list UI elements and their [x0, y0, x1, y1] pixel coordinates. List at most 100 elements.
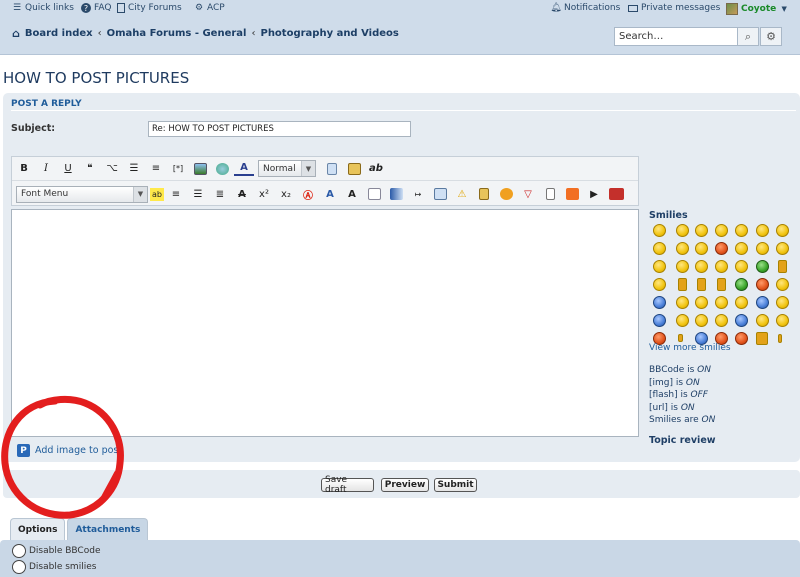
smiley-icon[interactable] — [678, 334, 683, 342]
preview-button[interactable]: Preview — [381, 478, 429, 492]
acp-link[interactable]: ⚙ ACP — [194, 3, 225, 13]
font-size-select[interactable]: Normal ▼ — [258, 160, 316, 177]
smiley-icon[interactable] — [653, 296, 666, 309]
smiley-icon[interactable] — [756, 224, 769, 237]
align-right-icon[interactable]: ≣ — [210, 185, 230, 203]
smiley-icon[interactable] — [735, 278, 748, 291]
text-glow-icon[interactable]: A — [342, 185, 362, 203]
smiley-icon[interactable] — [676, 242, 689, 255]
superscript-icon[interactable]: x² — [254, 185, 274, 203]
soundcloud-icon[interactable] — [562, 185, 582, 203]
smiley-icon[interactable] — [735, 224, 748, 237]
search-button[interactable]: ⌕ — [737, 27, 759, 46]
faq-link[interactable]: ? FAQ — [81, 3, 111, 13]
private-messages-link[interactable]: Private messages — [628, 3, 720, 13]
subscript-icon[interactable]: x₂ — [276, 185, 296, 203]
subject-input[interactable]: Re: HOW TO POST PICTURES — [148, 121, 411, 137]
highlight-icon[interactable]: ab — [150, 187, 164, 201]
smiley-icon[interactable] — [695, 224, 708, 237]
strike-ab-button[interactable]: ab — [366, 160, 386, 178]
page-icon[interactable] — [540, 185, 560, 203]
advanced-search-button[interactable]: ⚙ — [760, 27, 782, 46]
angry-smiley-icon[interactable] — [715, 242, 728, 255]
bullet-list-icon[interactable]: ☰ — [124, 160, 144, 178]
smiley-icon[interactable] — [695, 260, 708, 273]
smiley-icon[interactable] — [676, 296, 689, 309]
smiley-icon[interactable] — [756, 332, 768, 345]
smiley-icon[interactable] — [735, 332, 748, 345]
disable-smilies-checkbox[interactable] — [12, 560, 26, 574]
smiley-icon[interactable] — [756, 242, 769, 255]
smiley-icon[interactable] — [676, 314, 689, 327]
breadcrumb-board-index[interactable]: Board index — [25, 28, 93, 39]
font-menu-select[interactable]: Font Menu ▼ — [16, 185, 148, 203]
marquee-icon[interactable]: ↦ — [408, 185, 428, 203]
code-icon[interactable]: ⌥ — [102, 160, 122, 178]
smiley-icon[interactable] — [653, 278, 666, 291]
smiley-icon[interactable] — [695, 296, 708, 309]
disable-bbcode-checkbox[interactable] — [12, 544, 26, 558]
tab-attachments[interactable]: Attachments — [67, 518, 149, 540]
smiley-icon[interactable] — [756, 296, 769, 309]
align-justify-icon[interactable]: ☰ — [188, 185, 208, 203]
add-image-to-post-link[interactable]: P Add image to post — [17, 444, 122, 457]
smiley-icon[interactable] — [776, 278, 789, 291]
align-center-icon[interactable]: ≡ — [166, 185, 186, 203]
adobe-icon[interactable]: Ⓐ — [298, 185, 318, 203]
warning-icon[interactable]: ⚠ — [452, 185, 472, 203]
smiley-icon[interactable] — [678, 278, 687, 291]
dropcap-icon[interactable] — [364, 185, 384, 203]
bold-button[interactable]: B — [14, 160, 34, 178]
breadcrumb-omaha-forums[interactable]: Omaha Forums - General — [107, 28, 247, 39]
smiley-icon[interactable] — [776, 224, 789, 237]
email-icon[interactable] — [430, 185, 450, 203]
smiley-icon[interactable] — [715, 314, 728, 327]
smiley-icon[interactable] — [735, 260, 748, 273]
font-color-icon[interactable]: A — [234, 162, 254, 176]
smiley-icon[interactable] — [695, 314, 708, 327]
disable-smilies-option[interactable]: Disable smilies — [12, 560, 96, 574]
breadcrumb-photography[interactable]: Photography and Videos — [260, 28, 398, 39]
copy-icon[interactable] — [322, 160, 342, 178]
quote-icon[interactable]: ❝ — [80, 160, 100, 178]
smiley-icon[interactable] — [717, 278, 726, 291]
green-smiley-icon[interactable] — [756, 260, 769, 273]
save-draft-button[interactable]: Save draft — [321, 475, 374, 495]
smiley-icon[interactable] — [756, 314, 769, 327]
city-forums-link[interactable]: City Forums — [117, 3, 182, 13]
strikethrough-icon[interactable]: A — [232, 185, 252, 203]
submit-button[interactable]: Submit — [434, 478, 477, 492]
smiley-icon[interactable] — [676, 224, 689, 237]
smiley-icon[interactable] — [695, 242, 708, 255]
notifications-link[interactable]: 🔔︎ Notifications — [550, 3, 620, 13]
underline-button[interactable]: U — [58, 160, 78, 178]
youtube-icon[interactable] — [606, 185, 626, 203]
smiley-icon[interactable] — [735, 296, 748, 309]
italic-button[interactable]: I — [36, 160, 56, 178]
smiley-icon[interactable] — [776, 314, 789, 327]
smiley-icon[interactable] — [676, 260, 689, 273]
smiley-icon[interactable] — [653, 224, 666, 237]
message-textarea[interactable] — [11, 209, 639, 437]
smiley-icon[interactable] — [715, 296, 728, 309]
search-input[interactable]: Search… — [614, 27, 738, 46]
link-icon[interactable] — [212, 160, 232, 178]
smiley-icon[interactable] — [653, 260, 666, 273]
smiley-icon[interactable] — [715, 224, 728, 237]
smiley-icon[interactable] — [653, 314, 666, 327]
spoiler-icon[interactable] — [496, 185, 516, 203]
dancing-smiley-icon[interactable] — [778, 260, 787, 273]
paste-icon[interactable] — [344, 160, 364, 178]
smiley-icon[interactable] — [697, 278, 706, 291]
page-title[interactable]: HOW TO POST PICTURES — [3, 69, 189, 87]
view-more-smilies-link[interactable]: View more smilies — [649, 343, 731, 353]
smiley-icon[interactable] — [778, 334, 782, 343]
disable-bbcode-option[interactable]: Disable BBCode — [12, 544, 100, 558]
tab-options[interactable]: Options — [10, 518, 66, 540]
smiley-icon[interactable] — [735, 242, 748, 255]
user-menu[interactable]: Coyote ▼ — [726, 3, 789, 15]
gradient-icon[interactable] — [386, 185, 406, 203]
smiley-icon[interactable] — [715, 260, 728, 273]
quick-links-menu[interactable]: ☰ Quick links — [12, 3, 74, 13]
smiley-icon[interactable] — [756, 278, 769, 291]
